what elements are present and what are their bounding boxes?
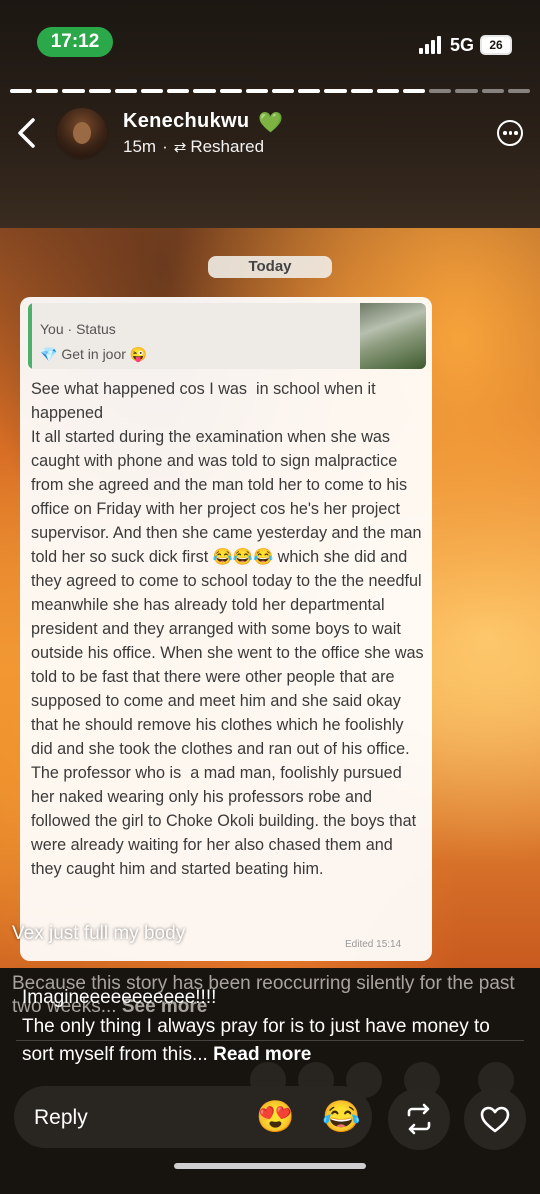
avatar-face [73, 122, 91, 144]
progress-segment [324, 89, 347, 93]
progress-segment [36, 89, 59, 93]
progress-segment [272, 89, 295, 93]
battery-level: 26 [489, 38, 503, 52]
divider [16, 1040, 524, 1041]
message-bubble: You · Status 💎 Get in joor 😜 See what ha… [20, 297, 432, 961]
progress-segment [507, 89, 531, 93]
reshared-label: Reshared [190, 137, 265, 156]
heart-outline-icon [480, 1106, 510, 1133]
home-indicator[interactable] [174, 1163, 366, 1169]
progress-segment [376, 89, 400, 93]
post-meta: 15m · ⇄ Reshared [123, 137, 264, 157]
progress-segment [403, 89, 426, 93]
progress-segment [298, 89, 321, 93]
progress-segment [62, 89, 85, 93]
date-chip: Today [208, 256, 332, 278]
progress-segment [219, 89, 242, 93]
joy-emoji-button[interactable]: 😂 [322, 1098, 361, 1135]
progress-segment [88, 89, 111, 93]
caption-imagine: Imagineeeeeeeeeee!!!! [22, 987, 217, 1008]
progress-segment [193, 89, 216, 93]
quote-title: You · Status [40, 321, 116, 337]
reshare-icon: ⇄ [173, 139, 187, 156]
message-text: See what happened cos I was in school wh… [31, 380, 424, 878]
progress-segment [245, 89, 269, 93]
status-time: 17:12 [37, 27, 113, 57]
progress-segment [114, 89, 138, 93]
story-progress-bar [10, 89, 531, 93]
reply-input[interactable]: Reply [34, 1106, 88, 1130]
progress-segment [167, 89, 190, 93]
progress-segment [481, 89, 504, 93]
repost-icon [407, 1103, 431, 1135]
quoted-status: You · Status 💎 Get in joor 😜 [28, 303, 426, 369]
repost-button[interactable] [388, 1088, 450, 1150]
heart-eyes-emoji-button[interactable]: 😍 [256, 1098, 295, 1135]
progress-segment [455, 89, 478, 93]
like-button[interactable] [464, 1088, 526, 1150]
avatar[interactable] [57, 108, 107, 158]
reply-bar[interactable]: Reply 😍 😂 [14, 1086, 372, 1148]
background-reply-row [0, 1062, 540, 1098]
progress-segment [350, 89, 373, 93]
network-type: 5G [450, 35, 475, 55]
separator-dot: · [162, 137, 168, 156]
quote-status-text: 💎 Get in joor 😜 [40, 346, 148, 362]
caption-text: Vex just full my body [12, 923, 186, 944]
chevron-left-icon[interactable] [14, 116, 38, 150]
status-bar: 17:12 5G 26 [0, 0, 540, 70]
signal-icon [419, 36, 443, 54]
progress-segment [10, 89, 33, 93]
more-options-icon[interactable] [497, 120, 523, 146]
edited-timestamp: Edited 15:14 [345, 939, 402, 950]
progress-segment [141, 89, 164, 93]
author-name[interactable]: Kenechukwu [123, 110, 249, 133]
post-age: 15m [123, 137, 157, 156]
reply-preview: The only thing I always pray for is to j… [22, 1013, 522, 1069]
quote-accent-bar [28, 303, 32, 369]
green-heart-icon: 💚 [258, 112, 283, 134]
quote-thumbnail [360, 303, 426, 369]
battery-icon: 26 [480, 35, 512, 55]
progress-segment [429, 89, 452, 93]
